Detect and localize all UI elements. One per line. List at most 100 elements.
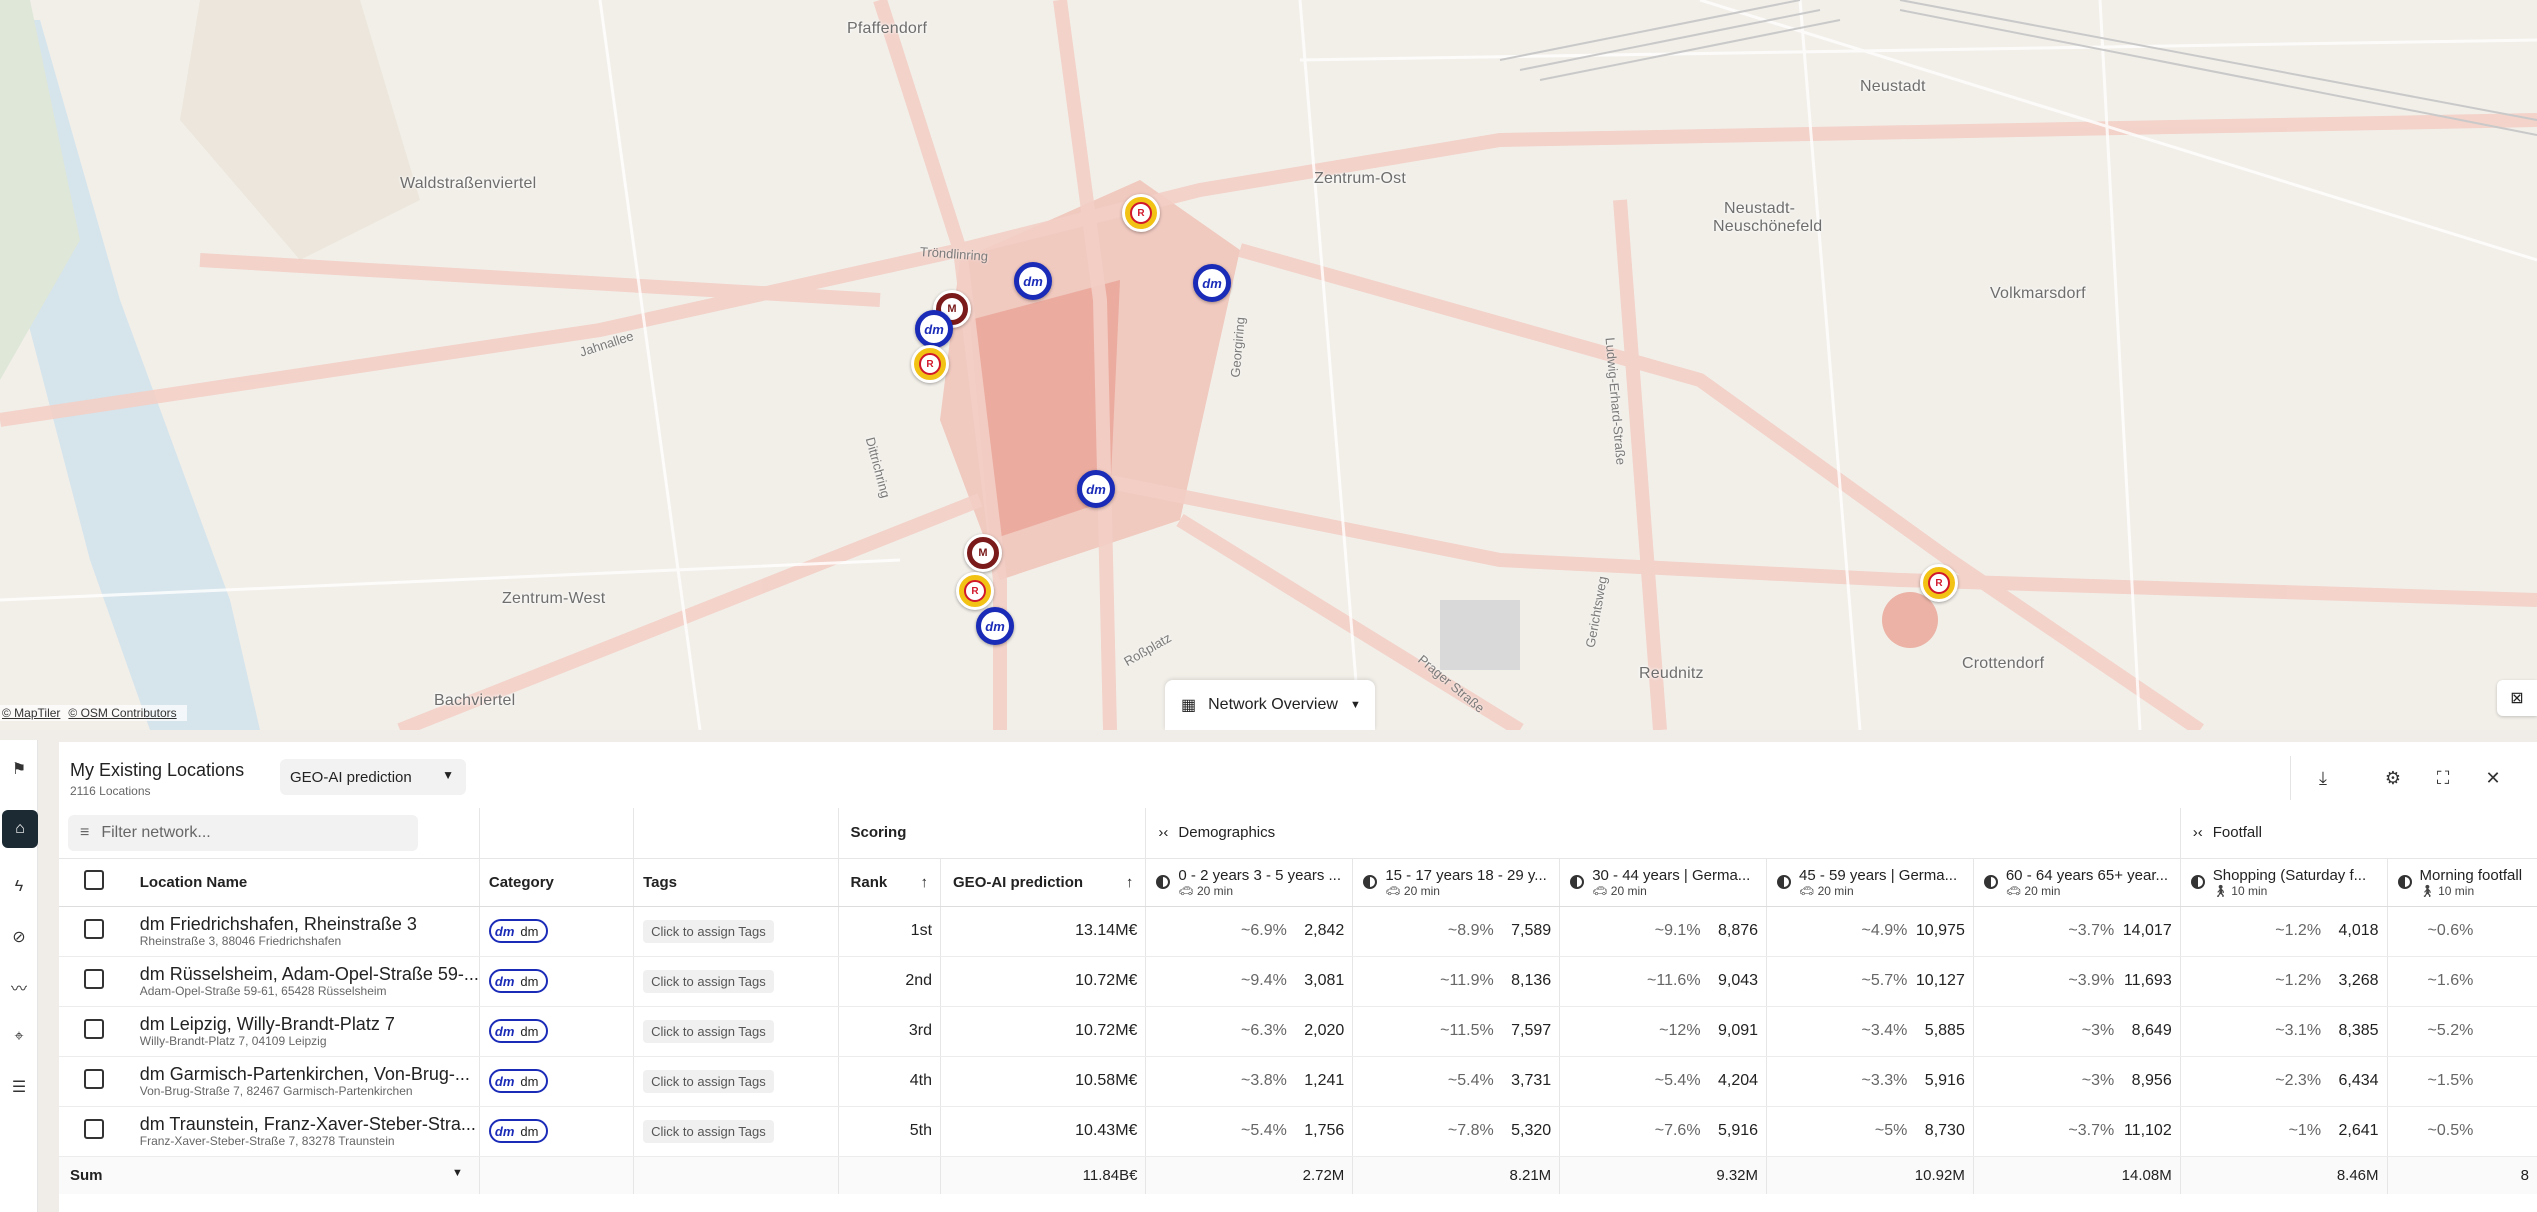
assign-tags-button[interactable]: Click to assign Tags [643,1069,774,1093]
dm-logo-icon: dm [494,973,515,989]
dm-logo-icon: dm [494,1023,515,1039]
prediction-value: 13.14M€ [940,906,1147,957]
ross-marker[interactable]: R [911,345,949,383]
percent-value: ~3% [1973,1056,2119,1107]
table-row[interactable]: dm Leipzig, Willy-Brandt-Platz 7 Willy-Br… [59,1006,2537,1057]
car-icon: 🚗︎ [1385,883,1401,898]
place-label: Waldstraßenviertel [400,175,537,192]
metric-value: 8,876 [1704,906,1768,957]
download-icon[interactable]: ⤓ [2305,760,2341,796]
sliders-icon[interactable]: ☰ [0,1068,38,1106]
place-label: Neustadt [1860,78,1926,95]
percent-value: ~6.9% [1145,906,1291,957]
percent-value: ~3.9% [1973,956,2119,1007]
map-view[interactable]: Pfaffendorf Neustadt Waldstraßenviertel … [0,0,2537,730]
assign-tags-button[interactable]: Click to assign Tags [643,919,774,943]
header-demo-col[interactable]: 60 - 64 years 65+ year... 🚗︎ 20 min [1973,858,2181,907]
dm-marker[interactable]: dm [1014,262,1052,300]
percent-value: ~5.2% [2387,1006,2537,1057]
header-demo-col[interactable]: 45 - 59 years | Germa... 🚗︎ 20 min [1766,858,1974,907]
osm-link[interactable]: © OSM Contributors [68,706,176,720]
mueller-marker[interactable]: M [964,534,1002,572]
row-checkbox[interactable] [84,968,104,989]
flag-icon[interactable]: ⚑ [0,750,38,788]
walk-icon: 🚶︎ [2212,883,2228,898]
ross-marker[interactable]: R [1920,564,1958,602]
percent-value: ~3.7% [1973,906,2119,957]
half-circle-icon [1777,875,1792,889]
header-location-name[interactable]: Location Name [129,858,480,907]
header-demo-col[interactable]: 15 - 17 years 18 - 29 y... 🚗︎ 20 min [1352,858,1561,907]
percent-value: ~3.4% [1766,1006,1912,1057]
assign-tags-button[interactable]: Click to assign Tags [643,969,774,993]
group-demographics[interactable]: ›‹ Demographics [1145,808,2181,859]
percent-value: ~5% [1766,1106,1912,1157]
select-all-checkbox[interactable] [84,870,104,890]
percent-value: ~4.9% [1766,906,1912,957]
chevron-down-icon: ▼ [442,768,454,782]
walk-icon: 🚶︎ [2419,883,2435,898]
dm-marker[interactable]: dm [1193,264,1231,302]
chevron-down-icon: ▼ [1349,699,1361,711]
percent-value: ~1.2% [2180,906,2326,957]
sum-value: 14.08M [1973,1155,2181,1194]
collapse-map-icon[interactable]: ⊠ [2497,680,2537,716]
dm-marker[interactable]: dm [915,310,953,348]
location-address: Willy-Brandt-Platz 7, 04109 Leipzig [139,1034,327,1048]
assign-tags-button[interactable]: Click to assign Tags [643,1119,774,1143]
table-icon: ▦ [1181,697,1197,714]
trend-icon[interactable]: 〰 [0,968,38,1006]
location-name[interactable]: dm Traunstein, Franz-Xaver-Steber-Stra..… [130,1114,479,1134]
location-name[interactable]: dm Rüsselsheim, Adam-Opel-Straße 59-... [130,964,479,984]
prediction-select[interactable]: GEO-AI prediction ▼ [280,759,466,795]
assign-tags-button[interactable]: Click to assign Tags [643,1019,774,1043]
header-rank[interactable]: Rank ↑ [838,858,942,907]
filter-placeholder: Filter network... [101,823,211,841]
lightning-icon[interactable]: ϟ [0,868,38,906]
collapse-icon: ›‹ [2192,824,2203,842]
location-name[interactable]: dm Friedrichshafen, Rheinstraße 3 [130,914,479,934]
network-overview-button[interactable]: ▦ Network Overview ▼ [1165,680,1375,730]
table-row[interactable]: dm Rüsselsheim, Adam-Opel-Straße 59-... A… [59,956,2537,1007]
header-prediction[interactable]: GEO-AI prediction ↑ [940,858,1147,907]
percent-value: ~5.4% [1145,1106,1291,1157]
row-checkbox[interactable] [84,1118,104,1139]
prediction-select-value: GEO-AI prediction [290,768,412,786]
map-pin-icon[interactable]: ⌖ [0,1018,38,1056]
header-category[interactable]: Category [479,858,635,907]
percent-value: ~1.5% [2387,1056,2537,1107]
group-footfall[interactable]: ›‹ Footfall [2180,808,2537,859]
table-row[interactable]: dm Garmisch-Partenkirchen, Von-Brug-... V… [59,1056,2537,1107]
location-name[interactable]: dm Garmisch-Partenkirchen, Von-Brug-... [130,1064,479,1084]
header-foot-col[interactable]: Shopping (Saturday f... 🚶︎ 10 min [2180,858,2388,907]
header-tags[interactable]: Tags [633,858,839,907]
table-row[interactable]: dm Traunstein, Franz-Xaver-Steber-Stra..… [59,1106,2537,1157]
place-label: Volkmarsdorf [1990,285,2086,302]
close-icon[interactable]: ✕ [2475,760,2511,796]
filter-input[interactable]: ≡ Filter network... [68,814,418,851]
map-canvas[interactable] [0,0,2537,730]
sort-arrow-icon: ↑ [1125,873,1134,891]
dm-marker[interactable]: dm [1077,470,1115,508]
ross-marker[interactable]: R [1122,194,1160,232]
gear-icon[interactable]: ⚙ [2375,760,2411,796]
row-checkbox[interactable] [84,918,104,939]
header-foot-col[interactable]: Morning footfall 🚶︎ 10 min [2387,858,2537,907]
dm-logo-icon: dm [494,923,515,939]
metric-value: 14,017 [2118,906,2181,957]
home-icon[interactable]: ⌂ [2,810,38,848]
fullscreen-icon[interactable]: ⛶ [2425,760,2461,796]
row-checkbox[interactable] [84,1018,104,1039]
sum-select[interactable]: Sum ▼ [59,1155,480,1194]
location-name[interactable]: dm Leipzig, Willy-Brandt-Platz 7 [130,1014,479,1034]
percent-value: ~5.7% [1766,956,1912,1007]
header-demo-col[interactable]: 0 - 2 years 3 - 5 years ... 🚗︎ 20 min [1145,858,1354,907]
location-off-icon[interactable]: ⊘ [0,918,38,956]
dm-marker[interactable]: dm [976,607,1014,645]
percent-value: ~9.4% [1145,956,1291,1007]
maptiler-link[interactable]: © MapTiler [2,706,60,720]
ross-marker[interactable]: R [956,572,994,610]
table-row[interactable]: dm Friedrichshafen, Rheinstraße 3 Rheinst… [59,906,2537,957]
row-checkbox[interactable] [84,1068,104,1089]
header-demo-col[interactable]: 30 - 44 years | Germa... 🚗︎ 20 min [1559,858,1768,907]
